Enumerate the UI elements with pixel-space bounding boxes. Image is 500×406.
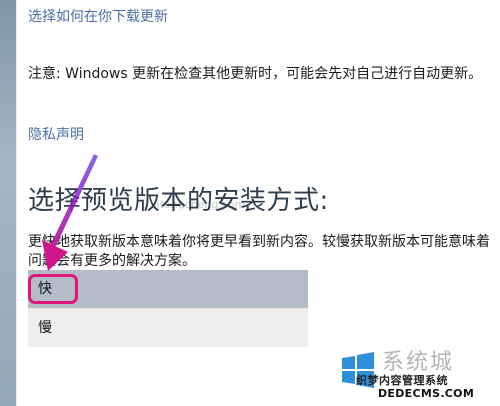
preview-install-heading: 选择预览版本的安装方式: [28,186,329,216]
auto-update-note: 注意: Windows 更新在检查其他更新时，可能会先对自己进行自动更新。 [28,66,483,82]
desktop-background-edge [0,0,16,406]
fast-option[interactable]: 快 [28,270,308,308]
choose-how-updates-delivered-link[interactable]: 选择如何在你下载更新 [28,6,168,26]
privacy-statement-link[interactable]: 隐私声明 [28,124,84,144]
preview-install-description: 更快地获取新版本意味着你将更早看到新内容。较慢获取新版本可能意味着问题会有更多的… [28,234,490,269]
slow-option[interactable]: 慢 [28,308,308,347]
preview-speed-dropdown-list: 快 慢 [28,270,308,347]
windows-update-settings-panel: 选择如何在你下载更新 注意: Windows 更新在检查其他更新时，可能会先对自… [16,0,500,406]
screen: 选择如何在你下载更新 注意: Windows 更新在检查其他更新时，可能会先对自… [0,0,500,406]
